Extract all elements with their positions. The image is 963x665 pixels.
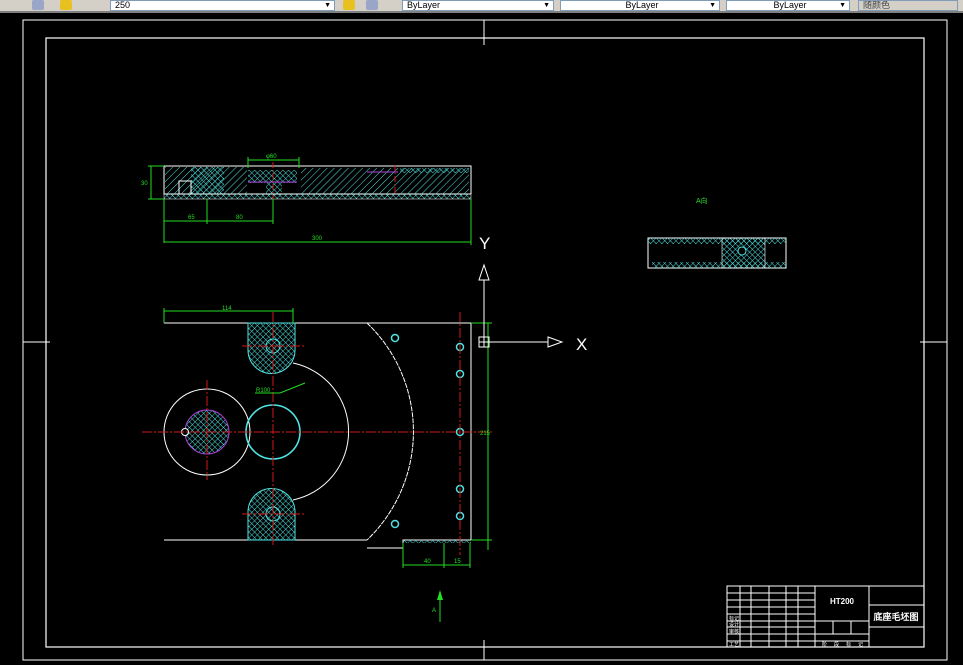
- toolbar: 250 ▼ ByLayer ▼ ByLayer ▼ ByLayer ▼ 随颜色: [0, 0, 963, 13]
- dim-top-mid: 80: [236, 215, 243, 221]
- dim-top-small: 65: [188, 215, 195, 221]
- a-view: [647, 237, 787, 269]
- row-label: 设计: [729, 621, 739, 628]
- section-view: [163, 162, 472, 200]
- drawing-name: 底座毛坯图: [873, 611, 918, 622]
- row-label: 标记: [729, 615, 739, 622]
- lineweight-combo[interactable]: ByLayer ▼: [726, 0, 850, 11]
- ucs-y-label: Y: [479, 234, 490, 253]
- plotstyle-combo[interactable]: 随颜色: [858, 0, 958, 11]
- layer-combo-value: 250: [115, 0, 131, 10]
- plan-view: [142, 312, 492, 555]
- layer-combo[interactable]: 250 ▼: [110, 0, 335, 11]
- chevron-down-icon: ▼: [709, 2, 716, 9]
- scale-label: 标: [846, 641, 851, 648]
- title-row-labels: 标记 设计 审核 工艺 阶 段 标 记: [729, 615, 863, 648]
- scale-label: 记: [858, 641, 863, 648]
- dim-plan-radius: R100: [256, 388, 271, 394]
- view-label: A向: [696, 196, 708, 205]
- linetype-combo-value: ByLayer: [625, 0, 659, 10]
- dim-plan-width: 114: [222, 306, 232, 312]
- bulb-icon[interactable]: [60, 0, 72, 10]
- layer-previous-icon[interactable]: [366, 0, 378, 10]
- layer-icon[interactable]: [32, 0, 44, 10]
- color-combo[interactable]: ByLayer ▼: [402, 0, 554, 11]
- scale-label: 段: [834, 641, 839, 648]
- plotstyle-combo-value: 随颜色: [863, 0, 891, 10]
- lineweight-combo-value: ByLayer: [773, 0, 807, 10]
- dim-plan-height: 215: [480, 431, 491, 437]
- row-label: 工艺: [729, 642, 739, 648]
- chevron-down-icon: ▼: [839, 2, 846, 9]
- material-label: HT200: [830, 597, 855, 606]
- color-combo-value: ByLayer: [407, 0, 441, 10]
- view-direction-arrow: A: [432, 590, 443, 622]
- ucs-x-label: X: [576, 335, 587, 354]
- row-label: 审核: [729, 628, 739, 635]
- sheet-border: [22, 19, 948, 661]
- linetype-combo[interactable]: ByLayer ▼: [560, 0, 720, 11]
- dim-top-slot: φ60: [266, 154, 277, 160]
- drawing-canvas[interactable]: 30 φ60 65 80 300 A向 114 R100 215 40 15 A…: [0, 13, 963, 665]
- dim-top-total: 300: [312, 236, 323, 242]
- dim-plan-bottom-a: 40: [424, 559, 431, 565]
- scale-label: 阶: [822, 641, 827, 648]
- arrow-label: A: [432, 608, 436, 614]
- make-current-icon[interactable]: [343, 0, 355, 10]
- dim-plan-bottom-b: 15: [454, 559, 461, 565]
- chevron-down-icon: ▼: [324, 2, 331, 9]
- centering-marks: [23, 20, 947, 660]
- dim-top-height: 30: [141, 181, 148, 187]
- ucs-icon: [478, 263, 564, 348]
- chevron-down-icon: ▼: [543, 2, 550, 9]
